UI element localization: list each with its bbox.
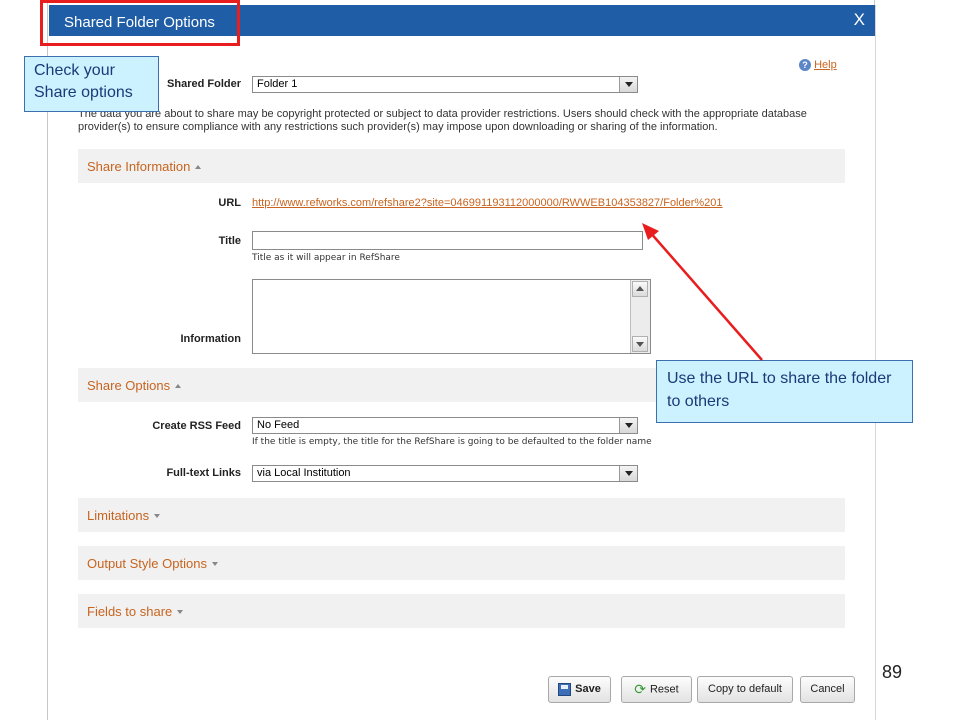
- slide-number: 89: [882, 662, 903, 682]
- annotation-arrow: [642, 223, 763, 361]
- arrow-head: [642, 223, 659, 240]
- arrow-line: [648, 230, 763, 361]
